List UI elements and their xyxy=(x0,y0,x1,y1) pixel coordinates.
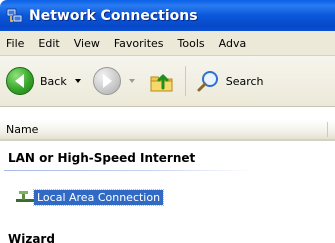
forward-arrow-icon xyxy=(92,67,121,95)
menu-edit[interactable]: Edit xyxy=(31,37,66,50)
column-name-header[interactable]: Name xyxy=(0,123,326,136)
group-header-lan: LAN or High-Speed Internet xyxy=(8,151,196,165)
list-item-label: Local Area Connection xyxy=(32,188,165,206)
back-arrow-icon xyxy=(6,67,34,95)
back-history-dropdown-icon[interactable] xyxy=(74,79,81,83)
search-label: Search xyxy=(225,74,264,88)
menu-advanced[interactable]: Adva xyxy=(212,37,254,50)
up-folder-icon[interactable] xyxy=(149,68,175,94)
list-item-local-area-connection[interactable]: Local Area Connection xyxy=(16,188,165,206)
group-header-wizard: Wizard xyxy=(8,232,55,243)
network-connections-icon xyxy=(6,7,24,25)
network-connections-window: Network Connections File Edit View Favor… xyxy=(0,0,335,243)
column-header: Name xyxy=(0,120,335,141)
title-bar[interactable]: Network Connections xyxy=(0,0,335,31)
back-label: Back xyxy=(40,74,67,88)
menu-view[interactable]: View xyxy=(67,37,107,50)
toolbar: Back Search xyxy=(0,56,335,107)
menu-tools[interactable]: Tools xyxy=(171,37,212,50)
search-icon xyxy=(196,69,220,93)
search-button[interactable]: Search xyxy=(196,61,264,101)
forward-history-dropdown-icon[interactable] xyxy=(128,79,135,83)
column-divider[interactable] xyxy=(327,122,328,137)
menu-file[interactable]: File xyxy=(0,37,31,50)
menu-bar: File Edit View Favorites Tools Adva xyxy=(0,31,335,56)
menu-favorites[interactable]: Favorites xyxy=(107,37,171,50)
network-connection-icon xyxy=(16,190,34,204)
window-title: Network Connections xyxy=(29,7,198,24)
back-button[interactable]: Back xyxy=(6,61,81,101)
group-divider xyxy=(4,170,254,171)
forward-button[interactable] xyxy=(92,61,135,101)
